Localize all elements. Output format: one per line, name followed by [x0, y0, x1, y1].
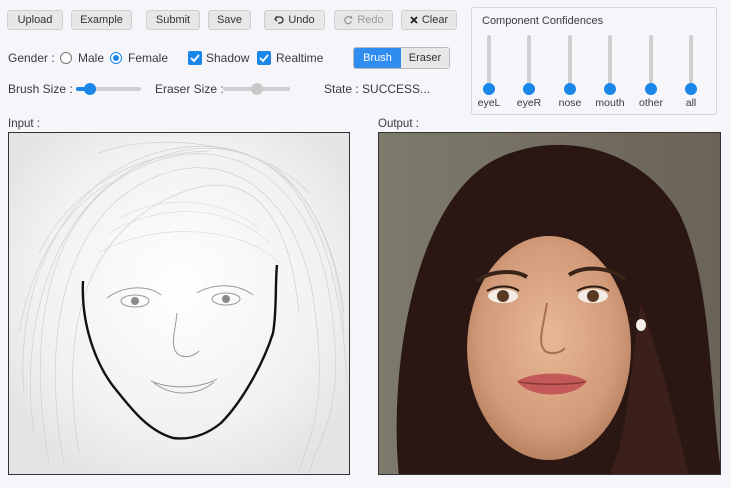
- confidence-handle-eyeR[interactable]: [523, 83, 535, 95]
- confidence-label-mouth: mouth: [595, 97, 625, 109]
- confidences-title: Component Confidences: [482, 15, 604, 27]
- clear-button[interactable]: Clear: [401, 10, 457, 30]
- confidence-handle-mouth[interactable]: [604, 83, 616, 95]
- confidence-slider-eyeR[interactable]: [523, 35, 535, 95]
- confidence-slider-all[interactable]: [685, 35, 697, 95]
- redo-label: Redo: [357, 14, 384, 26]
- confidence-label-all: all: [685, 97, 697, 109]
- male-radio[interactable]: [60, 52, 72, 64]
- sketch-drawing: [9, 133, 349, 474]
- confidence-slider-nose[interactable]: [564, 35, 576, 95]
- output-label: Output :: [378, 118, 419, 130]
- confidence-label-other: other: [639, 97, 663, 109]
- shadow-label: Shadow: [206, 51, 250, 65]
- confidence-handle-eyeL[interactable]: [483, 83, 495, 95]
- check-icon: [190, 54, 200, 63]
- brush-size-slider[interactable]: [76, 83, 141, 95]
- save-button[interactable]: Save: [208, 10, 251, 30]
- confidence-slider-other[interactable]: [645, 35, 657, 95]
- clear-x-icon: [410, 16, 418, 24]
- brush-size-handle[interactable]: [84, 83, 97, 95]
- state-text: State : SUCCESS...: [324, 82, 431, 96]
- confidence-slider-mouth[interactable]: [604, 35, 616, 95]
- female-label: Female: [128, 51, 169, 65]
- confidence-handle-other[interactable]: [645, 83, 657, 95]
- brush-size-label: Brush Size :: [8, 82, 73, 96]
- female-radio[interactable]: [110, 52, 122, 64]
- eraser-button[interactable]: Eraser: [401, 48, 449, 68]
- component-confidences-panel: Component Confidences eyeL eyeR nose mouth o…: [471, 7, 717, 115]
- clear-label: Clear: [421, 14, 449, 26]
- shadow-checkbox[interactable]: [188, 51, 202, 65]
- redo-button[interactable]: Redo: [334, 10, 393, 30]
- eraser-size-handle[interactable]: [250, 83, 263, 95]
- confidence-handle-all[interactable]: [685, 83, 697, 95]
- confidence-label-eyeR: eyeR: [516, 97, 542, 109]
- realtime-checkbox[interactable]: [257, 51, 271, 65]
- confidence-label-eyeL: eyeL: [477, 97, 501, 109]
- input-sketch-canvas[interactable]: [8, 132, 350, 475]
- check-icon: [259, 54, 269, 63]
- upload-button[interactable]: Upload: [7, 10, 63, 30]
- input-label: Input :: [8, 118, 40, 130]
- undo-icon: [274, 16, 284, 24]
- male-label: Male: [78, 51, 105, 65]
- brush-button[interactable]: Brush: [354, 48, 401, 68]
- undo-button[interactable]: Undo: [264, 10, 325, 30]
- eraser-size-slider[interactable]: [223, 83, 290, 95]
- confidence-handle-nose[interactable]: [564, 83, 576, 95]
- confidence-label-nose: nose: [558, 97, 582, 109]
- gender-label: Gender :: [8, 51, 55, 65]
- redo-icon: [344, 15, 353, 25]
- eraser-size-label: Eraser Size :: [155, 82, 224, 96]
- example-button[interactable]: Example: [71, 10, 132, 30]
- tool-toggle: Brush Eraser: [353, 47, 450, 69]
- realtime-label: Realtime: [276, 51, 324, 65]
- generated-face-image: [379, 133, 720, 474]
- submit-button[interactable]: Submit: [146, 10, 200, 30]
- output-image: [378, 132, 721, 475]
- undo-label: Undo: [288, 14, 315, 26]
- confidence-slider-eyeL[interactable]: [483, 35, 495, 95]
